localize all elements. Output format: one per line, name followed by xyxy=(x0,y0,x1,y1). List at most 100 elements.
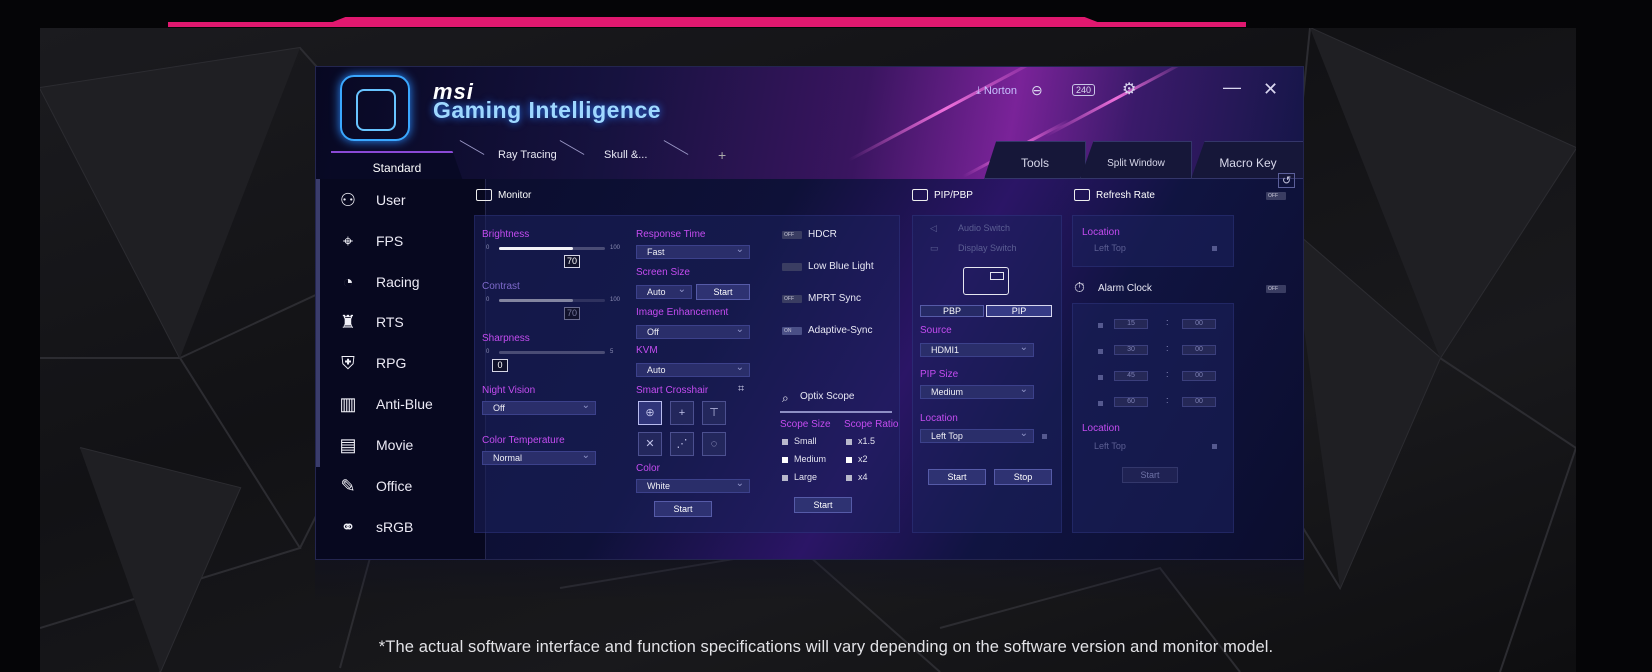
response-time-dropdown[interactable]: Fast xyxy=(636,244,750,259)
reset-icon[interactable]: ↺ xyxy=(1278,173,1296,188)
sidebar-item-srgb[interactable]: ⚭ sRGB xyxy=(334,512,484,542)
sharpness-value[interactable]: 0 xyxy=(492,359,508,372)
mprt-sync-label: MPRT Sync xyxy=(808,293,861,304)
pip-stop-button[interactable]: Stop xyxy=(994,469,1052,485)
scope-size-medium-radio[interactable] xyxy=(782,457,788,463)
alarm-clock-toggle[interactable]: OFF xyxy=(1266,285,1286,293)
app-body: ⚇ User ⌖ FPS ◔ Racing ♜ RTS ⛨ RPG ▥ Anti-Blue … xyxy=(316,173,1303,559)
display-switch-label[interactable]: Display Switch xyxy=(958,243,1017,253)
alarm-row-3-radio[interactable] xyxy=(1098,375,1103,380)
sidebar-item-rpg[interactable]: ⛨ RPG xyxy=(334,348,484,378)
pip-preview-icon xyxy=(963,267,1009,295)
optix-start-button[interactable]: Start xyxy=(794,497,852,513)
settings-gear-icon[interactable]: ⚙ xyxy=(1122,79,1136,99)
pip-button[interactable]: PIP xyxy=(986,305,1052,317)
scope-ratio-3-radio[interactable] xyxy=(846,475,852,481)
screen-size-dropdown[interactable]: Auto xyxy=(636,284,692,299)
contrast-value[interactable]: 70 xyxy=(564,307,580,320)
refresh-rate-toggle[interactable]: OFF xyxy=(1266,192,1286,200)
alarm-row-1-radio[interactable] xyxy=(1098,323,1103,328)
add-tab-button[interactable]: + xyxy=(718,147,726,163)
audio-switch-label[interactable]: Audio Switch xyxy=(958,223,1010,233)
tab-skull[interactable]: Skull &... xyxy=(604,149,647,161)
tab-split-window[interactable]: Split Window xyxy=(1080,141,1192,179)
pip-title: PIP/PBP xyxy=(912,189,973,201)
crosshair-option-4[interactable]: ✕ xyxy=(638,432,662,456)
alarm-clock-panel xyxy=(1072,303,1234,533)
tab-tools[interactable]: Tools xyxy=(984,141,1086,179)
scope-ratio-1-radio[interactable] xyxy=(846,439,852,445)
scope-size-small-radio[interactable] xyxy=(782,439,788,445)
brightness-max: 100 xyxy=(610,245,621,251)
brightness-value[interactable]: 70 xyxy=(564,255,580,268)
alarm-row-4-seconds[interactable]: 00 xyxy=(1182,397,1216,407)
refresh-rate-badge[interactable]: 240 xyxy=(1072,84,1096,96)
color-temperature-dropdown[interactable]: Normal xyxy=(482,450,596,465)
alarm-row-2-seconds[interactable]: 00 xyxy=(1182,345,1216,355)
sidebar-item-fps[interactable]: ⌖ FPS xyxy=(334,226,484,256)
sharpness-slider[interactable] xyxy=(499,351,605,354)
scope-size-small: Small xyxy=(794,436,817,446)
crosshair-option-1[interactable]: ⊕ xyxy=(638,401,662,425)
kvm-dropdown[interactable]: Auto xyxy=(636,362,750,377)
sidebar-item-label: Office xyxy=(376,478,413,494)
image-enhancement-dropdown[interactable]: Off xyxy=(636,324,750,339)
alarm-row-4-minutes[interactable]: 60 xyxy=(1114,397,1148,407)
adaptive-sync-toggle[interactable]: ON xyxy=(782,327,802,335)
scope-size-large-radio[interactable] xyxy=(782,475,788,481)
pip-start-button[interactable]: Start xyxy=(928,469,986,485)
sidebar-item-office[interactable]: ✎ Office xyxy=(334,471,484,501)
app-header: msi Gaming Intelligence ⤓ Norton ⊖ 240 ⚙… xyxy=(316,67,1303,181)
hdcr-toggle[interactable]: OFF xyxy=(782,231,802,239)
mprt-sync-toggle[interactable]: OFF xyxy=(782,295,802,303)
alarm-row-4-radio[interactable] xyxy=(1098,401,1103,406)
close-button[interactable]: ✕ xyxy=(1263,79,1278,100)
globe-icon[interactable]: ⊖ xyxy=(1031,82,1043,99)
brightness-slider[interactable] xyxy=(499,247,605,250)
crosshair-color-dropdown[interactable]: White xyxy=(636,478,750,493)
alarm-row-1-minutes[interactable]: 15 xyxy=(1114,319,1148,329)
color-label: Color xyxy=(636,463,660,474)
pip-location-dropdown[interactable]: Left Top xyxy=(920,428,1034,443)
crosshair-option-6[interactable]: ◌ xyxy=(702,432,726,456)
crosshair-option-5[interactable]: ⋰ xyxy=(670,432,694,456)
sidebar-scrollbar[interactable] xyxy=(316,179,320,467)
sidebar-item-anti-blue[interactable]: ▥ Anti-Blue xyxy=(334,389,484,419)
minimize-button[interactable]: — xyxy=(1223,77,1241,98)
pip-size-dropdown[interactable]: Medium xyxy=(920,384,1034,399)
contrast-slider[interactable] xyxy=(499,299,605,302)
monitor-title: Monitor xyxy=(476,189,531,201)
tab-ray-tracing[interactable]: Ray Tracing xyxy=(498,149,557,161)
sidebar-item-rts[interactable]: ♜ RTS xyxy=(334,307,484,337)
alarm-row-2-minutes[interactable]: 30 xyxy=(1114,345,1148,355)
tab-divider xyxy=(559,140,585,155)
scope-ratio-2-radio[interactable] xyxy=(846,457,852,463)
low-blue-light-toggle[interactable] xyxy=(782,263,802,271)
rgb-circles-icon: ⚭ xyxy=(340,516,356,537)
sidebar-item-movie[interactable]: ▤ Movie xyxy=(334,430,484,460)
promo-stage: msi Gaming Intelligence ⤓ Norton ⊖ 240 ⚙… xyxy=(0,0,1652,672)
refresh-location-value[interactable]: Left Top xyxy=(1094,243,1126,253)
tab-standard[interactable]: Standard xyxy=(331,151,463,181)
norton-download-button[interactable]: ⤓ Norton xyxy=(976,85,1017,98)
alarm-row-3-minutes[interactable]: 45 xyxy=(1114,371,1148,381)
alarm-start-button[interactable]: Start xyxy=(1122,467,1178,483)
crosshair-option-2[interactable]: + xyxy=(670,401,694,425)
source-dropdown[interactable]: HDMI1 xyxy=(920,342,1034,357)
tab-divider xyxy=(663,140,689,155)
sidebar-item-racing[interactable]: ◔ Racing xyxy=(334,267,484,297)
pbp-button[interactable]: PBP xyxy=(920,305,984,317)
refresh-location-indicator xyxy=(1212,246,1217,251)
sidebar-item-user[interactable]: ⚇ User xyxy=(334,185,484,215)
alarm-row-1-seconds[interactable]: 00 xyxy=(1182,319,1216,329)
crosshair-start-button[interactable]: Start xyxy=(654,501,712,517)
night-vision-dropdown[interactable]: Off xyxy=(482,400,596,415)
alarm-row-2-radio[interactable] xyxy=(1098,349,1103,354)
alarm-location-value[interactable]: Left Top xyxy=(1094,441,1126,451)
crosshair-option-3[interactable]: ⊤ xyxy=(702,401,726,425)
alarm-row-3-seconds[interactable]: 00 xyxy=(1182,371,1216,381)
crop-icon[interactable]: ⌗ xyxy=(738,383,744,396)
screen-size-start-button[interactable]: Start xyxy=(696,284,750,300)
alarm-row-2-colon: : xyxy=(1166,343,1169,353)
optix-divider xyxy=(780,411,892,413)
